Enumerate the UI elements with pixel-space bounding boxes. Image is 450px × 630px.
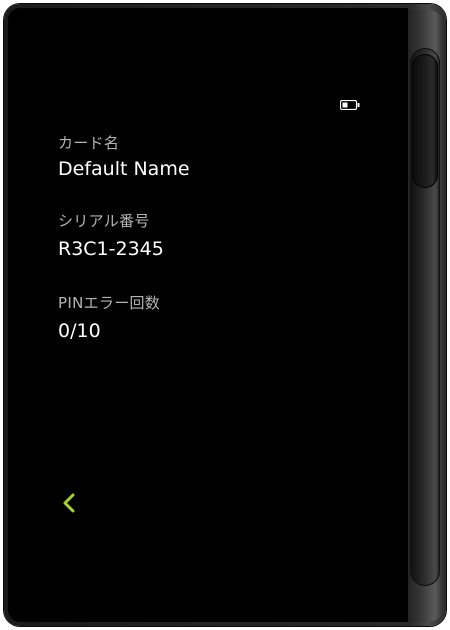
side-button[interactable] xyxy=(412,54,438,188)
pin-error-count-label: PINエラー回数 xyxy=(58,294,161,312)
battery-icon xyxy=(340,100,360,110)
serial-number-value: R3C1-2345 xyxy=(58,238,164,260)
chevron-left-icon xyxy=(63,493,75,513)
serial-number-label: シリアル番号 xyxy=(58,212,150,230)
pin-error-count-value: 0/10 xyxy=(58,320,101,342)
screen: カード名 Default Name シリアル番号 R3C1-2345 PINエラ… xyxy=(8,8,408,622)
card-name-value: Default Name xyxy=(58,158,190,180)
card-name-label: カード名 xyxy=(58,134,120,152)
back-button[interactable] xyxy=(58,488,82,518)
